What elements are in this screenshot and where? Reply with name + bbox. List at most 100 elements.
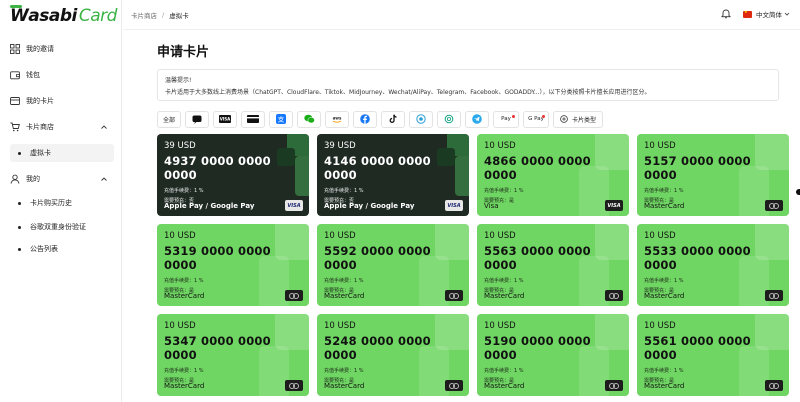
notice-title: 温馨提示!: [165, 77, 192, 84]
facebook-icon: [360, 114, 370, 124]
mastercard-circle: [613, 382, 619, 389]
card-number: 5347 0000 0000 0000: [164, 334, 271, 362]
credit-card-icon: [247, 115, 259, 123]
card-fee: 充值手续费：1 %: [164, 368, 204, 374]
sidebar-item-virtual-card[interactable]: 虚拟卡: [10, 144, 114, 162]
logo-text-card: Card: [78, 6, 118, 26]
card-amount: 10 USD: [484, 231, 516, 241]
filter-cloud[interactable]: [409, 110, 433, 128]
card-brand: MasterCard: [644, 202, 685, 210]
card-fee: 充值手续费：1 %: [324, 278, 364, 284]
mastercard-circle: [453, 382, 459, 389]
filter-telegram[interactable]: [465, 110, 489, 128]
filter-card[interactable]: [241, 110, 265, 128]
card-number: 5533 0000 0000 0000: [644, 244, 751, 272]
card-icon: [10, 96, 20, 106]
sidebar-item-announcements[interactable]: 公告列表: [10, 240, 114, 258]
filter-all[interactable]: 全部: [157, 110, 181, 128]
virtual-card-6[interactable]: 10 USD 5592 0000 0000 0000 充值手续费：1 % 需要预…: [317, 224, 469, 306]
svg-text:支: 支: [278, 114, 285, 123]
cart-icon: [10, 122, 20, 132]
filter-bar: 全部 VISA 支 aws Pay G Pay 卡片类型: [157, 110, 603, 128]
card-amount: 10 USD: [484, 321, 516, 331]
card-amount: 10 USD: [644, 141, 676, 151]
logo-text: asabi: [28, 6, 77, 26]
virtual-card-2[interactable]: 39 USD 4146 0000 0000 0000 充值手续费：1 % 需要预…: [317, 134, 469, 216]
sidebar-item-google-2fa[interactable]: 谷歌双重身份验证: [10, 218, 114, 236]
brand-logo[interactable]: Wasabi Card: [10, 5, 118, 26]
mastercard-logo-icon: [445, 380, 463, 391]
virtual-card-4[interactable]: 10 USD 5157 0000 0000 0000 充值手续费：1 % 需要预…: [637, 134, 789, 216]
sidebar-item-my-cards[interactable]: 我的卡片: [10, 92, 114, 110]
card-amount: 10 USD: [164, 231, 196, 241]
sidebar-item-card-store[interactable]: 卡片商店: [10, 118, 114, 136]
tiktok-icon: [389, 114, 397, 123]
filter-chatgpt[interactable]: [185, 110, 209, 128]
sidebar-item-mine[interactable]: 我的: [10, 170, 114, 188]
mastercard-logo-icon: [445, 290, 463, 301]
filter-aws[interactable]: aws: [325, 110, 349, 128]
filter-wechat[interactable]: [297, 110, 321, 128]
mastercard-logo-icon: [765, 380, 783, 391]
mastercard-logo-icon: [605, 290, 623, 301]
sidebar-item-wallet[interactable]: 钱包: [10, 66, 114, 84]
wallet-icon: [10, 70, 20, 80]
card-brand: MasterCard: [484, 292, 525, 300]
breadcrumb-separator: /: [162, 11, 165, 19]
card-brand: Apple Pay / Google Pay: [324, 202, 415, 210]
virtual-card-9[interactable]: 10 USD 5347 0000 0000 0000 充值手续费：1 % 需要预…: [157, 314, 309, 396]
virtual-card-7[interactable]: 10 USD 5563 0000 0000 0000 充值手续费：1 % 需要预…: [477, 224, 629, 306]
card-number: 4146 0000 0000 0000: [324, 154, 431, 182]
card-number: 5190 0000 0000 0000: [484, 334, 591, 362]
language-selector[interactable]: 中文简体: [756, 9, 782, 19]
scroll-indicator[interactable]: [796, 189, 800, 195]
sidebar-item-purchase-history[interactable]: 卡片购买历史: [10, 194, 114, 212]
notice-box: 温馨提示! 卡片适用于大多数线上消费场景（ChatGPT、CloudFlare、…: [157, 69, 779, 101]
filter-tiktok[interactable]: [381, 110, 405, 128]
filter-all-label: 全部: [162, 116, 175, 124]
virtual-card-12[interactable]: 10 USD 5561 0000 0000 0000 充值手续费：1 % 需要预…: [637, 314, 789, 396]
filter-facebook[interactable]: [353, 110, 377, 128]
bullet-icon: [18, 201, 21, 205]
virtual-card-8[interactable]: 10 USD 5533 0000 0000 0000 充值手续费：1 % 需要预…: [637, 224, 789, 306]
mastercard-logo-icon: [285, 380, 303, 391]
card-number: 5157 0000 0000 0000: [644, 154, 751, 182]
logo-accent-bar: [10, 5, 22, 8]
visa-logo-icon: VISA: [605, 200, 623, 211]
card-fee: 充值手续费：1 %: [644, 188, 684, 194]
bell-icon[interactable]: [721, 9, 731, 19]
filter-card-type-label: 卡片类型: [571, 116, 596, 124]
breadcrumb-item-store[interactable]: 卡片商店: [131, 10, 157, 20]
card-fee: 充值手续费：1 %: [644, 278, 684, 284]
card-number: 5592 0000 0000 0000: [324, 244, 431, 272]
visa-logo-icon: VISA: [285, 200, 303, 211]
card-fee: 充值手续费：1 %: [324, 368, 364, 374]
chat-bubble-icon: [192, 115, 202, 124]
filter-openai[interactable]: [437, 110, 461, 128]
virtual-card-1[interactable]: 39 USD 4937 0000 0000 0000 充值手续费：1 % 需要预…: [157, 134, 309, 216]
card-number: 5561 0000 0000 0000: [644, 334, 751, 362]
sidebar-item-label: 虚拟卡: [30, 149, 51, 157]
virtual-card-5[interactable]: 10 USD 5319 0000 0000 0000 充值手续费：1 % 需要预…: [157, 224, 309, 306]
card-number: 5563 0000 0000 0000: [484, 244, 591, 272]
card-amount: 10 USD: [324, 231, 356, 241]
header-actions: 中文简体: [721, 9, 790, 19]
filter-alipay[interactable]: 支: [269, 110, 293, 128]
sidebar-item-label: 我的卡片: [26, 97, 54, 105]
sidebar-item-invites[interactable]: 我的邀请: [10, 40, 114, 58]
alipay-icon: 支: [276, 114, 286, 124]
filter-apple-pay[interactable]: Pay: [493, 110, 519, 128]
virtual-card-10[interactable]: 10 USD 5248 0000 0000 0000 充值手续费：1 % 需要预…: [317, 314, 469, 396]
virtual-card-11[interactable]: 10 USD 5190 0000 0000 0000 充值手续费：1 % 需要预…: [477, 314, 629, 396]
svg-text:VISA: VISA: [220, 117, 231, 122]
sidebar-item-label: 卡片购买历史: [30, 199, 72, 207]
card-fee: 充值手续费：1 %: [324, 188, 364, 194]
card-brand: MasterCard: [324, 292, 365, 300]
filter-visa[interactable]: VISA: [213, 110, 237, 128]
filter-card-type[interactable]: 卡片类型: [553, 110, 603, 128]
apple-pay-label: Pay: [501, 116, 511, 122]
chevron-up-icon: [101, 125, 107, 129]
filter-google-pay[interactable]: G Pay: [523, 110, 549, 128]
virtual-card-3[interactable]: 10 USD 4866 0000 0000 0000 充值手续费：1 % 需要预…: [477, 134, 629, 216]
sidebar-item-label: 我的邀请: [26, 45, 54, 53]
